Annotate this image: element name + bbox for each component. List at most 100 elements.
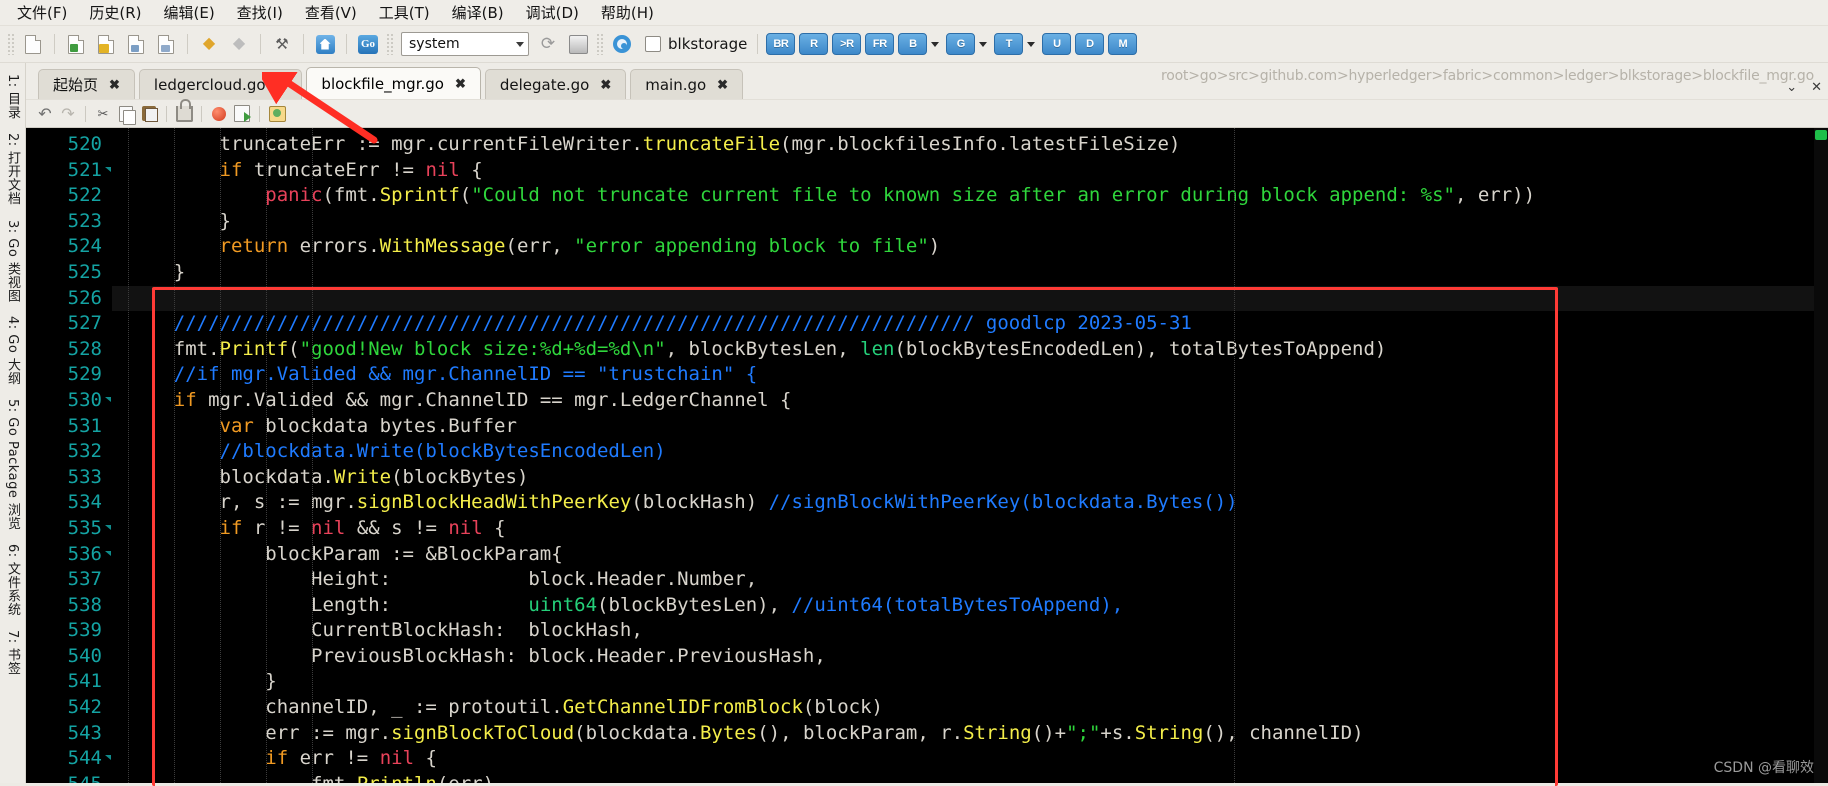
code-line[interactable]: //if mgr.Valided && mgr.ChannelID == "tr… [112, 362, 1828, 388]
chevron-down-icon[interactable] [931, 41, 940, 47]
menu-tools[interactable]: 工具(T) [368, 0, 441, 26]
line-number[interactable]: 526 [26, 286, 112, 312]
vertical-scrollbar[interactable] [1814, 128, 1828, 783]
run-icon[interactable] [231, 103, 253, 124]
line-number[interactable]: 531 [26, 414, 112, 440]
update-button[interactable]: U [1042, 33, 1072, 55]
line-number[interactable]: 542 [26, 695, 112, 721]
menu-file[interactable]: 文件(F) [6, 0, 78, 26]
blkstorage-checkbox[interactable] [645, 36, 661, 52]
sidebar-item-go-class-view[interactable]: 3: Go 类视图 [0, 213, 25, 309]
line-number[interactable]: 522 [26, 183, 112, 209]
code-line[interactable]: fmt.Println(err) [112, 772, 1828, 783]
line-number[interactable]: 545 [26, 772, 112, 783]
tab-close-icon[interactable]: ✖ [600, 77, 611, 93]
fold-marker-icon[interactable] [105, 550, 111, 556]
fold-marker-icon[interactable] [105, 755, 111, 761]
code-line[interactable]: var blockdata bytes.Buffer [112, 414, 1828, 440]
redo-icon[interactable]: ↷ [57, 103, 79, 124]
menu-history[interactable]: 历史(R) [78, 0, 152, 26]
menu-edit[interactable]: 编辑(E) [152, 0, 225, 26]
line-number[interactable]: 537 [26, 567, 112, 593]
breakpoint-icon[interactable] [208, 103, 230, 124]
code-line[interactable] [112, 285, 1828, 312]
tab-blockfile-mgr-go[interactable]: blockfile_mgr.go ✖ [306, 67, 481, 99]
make-button[interactable]: M [1108, 33, 1138, 55]
sidebar-item-directory[interactable]: 1: 目录 [0, 67, 25, 126]
line-number[interactable]: 539 [26, 618, 112, 644]
code-line[interactable]: blockdata.Write(blockBytes) [112, 465, 1828, 491]
code-line[interactable]: } [112, 669, 1828, 695]
toolbar-grip[interactable] [386, 33, 394, 55]
tools-icon[interactable]: ⚒ [269, 31, 295, 57]
save-all-icon[interactable] [153, 31, 179, 57]
line-number[interactable]: 525 [26, 260, 112, 286]
new-file-icon[interactable] [20, 31, 46, 57]
code-editor[interactable]: 520 521 522 523 524 525 526 527 528 529 530 531 532 5… [26, 128, 1828, 783]
paste-icon[interactable] [138, 103, 160, 124]
test-button[interactable]: T [994, 33, 1024, 55]
back-arrow-icon[interactable]: ◆ [196, 31, 222, 57]
sidebar-item-go-outline[interactable]: 4: Go 大纲 [0, 309, 25, 392]
toolbar-grip[interactable] [596, 33, 604, 55]
chevron-down-icon[interactable] [979, 41, 988, 47]
code-line[interactable]: } [112, 209, 1828, 235]
line-number[interactable]: 529 [26, 362, 112, 388]
tab-close-icon[interactable]: ✖ [455, 76, 466, 92]
save-file-icon[interactable] [123, 31, 149, 57]
code-line[interactable]: fmt.Printf("good!New block size:%d+%d=%d… [112, 337, 1828, 363]
code-line[interactable]: Length: uint64(blockBytesLen), //uint64(… [112, 593, 1828, 619]
line-number[interactable]: 533 [26, 465, 112, 491]
menu-find[interactable]: 查找(I) [226, 0, 294, 26]
sidebar-item-bookmarks[interactable]: 7: 书签 [0, 623, 25, 682]
code-line[interactable]: channelID, _ := protoutil.GetChannelIDFr… [112, 695, 1828, 721]
fold-marker-icon[interactable] [105, 166, 111, 172]
line-number[interactable]: 520 [26, 132, 112, 158]
scrollbar-thumb[interactable] [1815, 130, 1827, 140]
sidebar-item-file-system[interactable]: 6: 文件系统 [0, 537, 25, 623]
force-run-button[interactable]: FR [865, 33, 895, 55]
menu-debug[interactable]: 调试(D) [515, 0, 590, 26]
line-number[interactable]: 532 [26, 439, 112, 465]
code-line[interactable]: return errors.WithMessage(err, "error ap… [112, 234, 1828, 260]
copy-icon[interactable] [115, 103, 137, 125]
build-button[interactable]: B [898, 33, 928, 55]
code-line[interactable]: PreviousBlockHash: block.Header.Previous… [112, 644, 1828, 670]
code-line[interactable]: err := mgr.signBlockToCloud(blockdata.By… [112, 721, 1828, 747]
get-button[interactable]: G [946, 33, 976, 55]
code-line[interactable]: truncateErr := mgr.currentFileWriter.tru… [112, 132, 1828, 158]
line-number[interactable]: 544 [26, 746, 112, 772]
tab-close-icon[interactable]: ✖ [277, 77, 288, 93]
menu-help[interactable]: 帮助(H) [590, 0, 665, 26]
line-number[interactable]: 543 [26, 721, 112, 747]
build-run-button[interactable]: BR [766, 33, 796, 55]
home-icon[interactable] [312, 31, 338, 57]
cut-icon[interactable]: ✂ [92, 103, 114, 124]
stop-icon[interactable] [565, 31, 591, 57]
line-number[interactable]: 523 [26, 209, 112, 235]
fold-marker-icon[interactable] [105, 524, 111, 530]
forward-arrow-icon[interactable]: ◆ [226, 31, 252, 57]
run-button[interactable]: R [799, 33, 829, 55]
fold-marker-icon[interactable] [105, 396, 111, 402]
line-number[interactable]: 535 [26, 516, 112, 542]
lock-icon[interactable] [173, 98, 195, 124]
tab-delegate-go[interactable]: delegate.go ✖ [484, 69, 627, 99]
line-number[interactable]: 540 [26, 644, 112, 670]
code-line[interactable]: if truncateErr != nil { [112, 158, 1828, 184]
code-content[interactable]: truncateErr := mgr.currentFileWriter.tru… [112, 128, 1828, 783]
line-number[interactable]: 528 [26, 337, 112, 363]
line-number[interactable]: 538 [26, 593, 112, 619]
code-line[interactable]: if r != nil && s != nil { [112, 516, 1828, 542]
menu-view[interactable]: 查看(V) [294, 0, 368, 26]
code-line[interactable]: ////////////////////////////////////////… [112, 311, 1828, 337]
blkstorage-checkbox-group[interactable]: blkstorage [645, 35, 747, 53]
tab-close-icon[interactable]: ✖ [109, 77, 120, 93]
tab-ledgercloud-go[interactable]: ledgercloud.go ✖ [138, 69, 303, 99]
go-icon[interactable]: Go [355, 31, 381, 57]
line-number[interactable]: 536 [26, 542, 112, 568]
line-number[interactable]: 530 [26, 388, 112, 414]
code-line[interactable]: } [112, 260, 1828, 286]
code-line[interactable]: panic(fmt.Sprintf("Could not truncate cu… [112, 183, 1828, 209]
toolbar-grip[interactable] [7, 33, 15, 55]
